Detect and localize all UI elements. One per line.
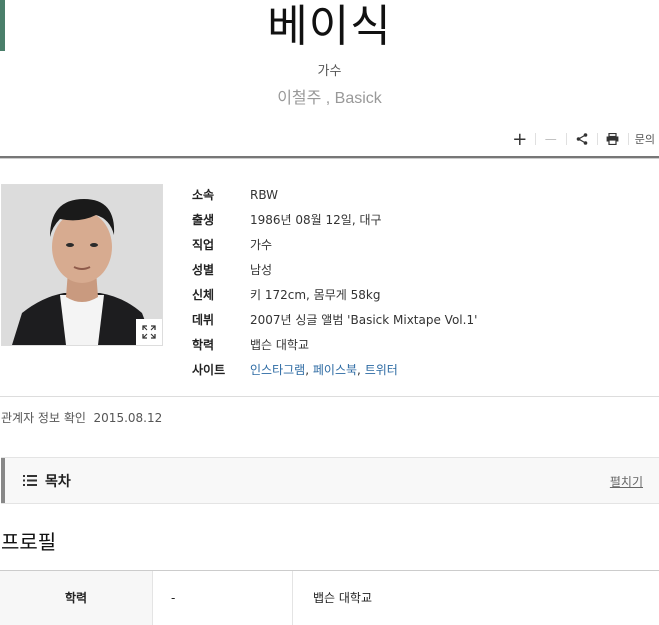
info-row-site: 사이트 인스타그램, 페이스북, 트위터 — [192, 357, 477, 382]
profile-info: 소속 RBW 출생 1986년 08월 12일, 대구 직업 가수 성별 남성 … — [192, 182, 477, 382]
info-label: 소속 — [192, 188, 215, 202]
toc-title: 목차 — [45, 474, 71, 490]
info-row-education: 학력 뱁슨 대학교 — [192, 332, 477, 357]
profile-photo[interactable] — [1, 184, 163, 346]
share-button[interactable] — [567, 128, 597, 150]
confirmation-note: 관계자 정보 확인 2015.08.12 — [1, 411, 163, 425]
info-row-occupation: 직업 가수 — [192, 232, 477, 257]
info-value: 남성 — [250, 263, 273, 277]
info-row-gender: 성별 남성 — [192, 257, 477, 282]
instagram-link[interactable]: 인스타그램 — [250, 363, 305, 377]
table-row: 학력 - 뱁슨 대학교 — [0, 571, 659, 625]
info-label: 사이트 — [192, 363, 226, 377]
info-value: RBW — [250, 187, 279, 202]
info-value: 2007년 싱글 앨범 'Basick Mixtape Vol.1' — [250, 313, 478, 327]
share-icon — [576, 133, 588, 145]
page-title: 베이식 — [267, 1, 392, 52]
profile-table: 학력 - 뱁슨 대학교 — [0, 570, 659, 625]
info-value: 1986년 08월 12일, 대구 — [250, 213, 382, 227]
info-row-body: 신체 키 172cm, 몸무게 58kg — [192, 282, 477, 307]
info-label: 성별 — [192, 263, 215, 277]
page-subtitle: 가수 — [317, 64, 342, 79]
inquiry-link[interactable]: 문의 — [629, 131, 655, 147]
twitter-link[interactable]: 트위터 — [365, 363, 398, 377]
link-separator: , — [357, 363, 361, 377]
site-links: 인스타그램, 페이스북, 트위터 — [250, 361, 398, 378]
info-value: 뱁슨 대학교 — [250, 338, 310, 352]
info-label: 직업 — [192, 238, 215, 252]
section-divider — [0, 396, 659, 397]
table-of-contents: 목차 펼치기 — [1, 457, 659, 504]
info-label: 학력 — [192, 338, 215, 352]
table-cell-detail: 뱁슨 대학교 — [313, 591, 373, 605]
facebook-link[interactable]: 페이스북 — [313, 363, 357, 377]
toc-expand-link[interactable]: 펼치기 — [610, 473, 643, 490]
zoom-in-button[interactable]: + — [505, 128, 535, 150]
toolbar: + — 문의 — [505, 128, 655, 150]
table-cell-period: - — [153, 571, 293, 625]
list-icon — [23, 475, 37, 486]
expand-button[interactable] — [136, 319, 162, 345]
print-button[interactable] — [598, 128, 628, 150]
info-row-birth: 출생 1986년 08월 12일, 대구 — [192, 207, 477, 232]
info-label: 출생 — [192, 213, 215, 227]
zoom-out-button[interactable]: — — [536, 128, 566, 150]
info-value: 가수 — [250, 238, 273, 252]
toc-accent-bar — [1, 458, 5, 503]
info-label: 신체 — [192, 288, 215, 302]
table-cell-label: 학력 — [0, 571, 153, 625]
expand-icon — [142, 325, 156, 339]
minus-icon: — — [544, 132, 557, 146]
plus-icon: + — [512, 128, 528, 150]
person-alias: 이철주 , Basick — [277, 90, 382, 107]
info-row-debut: 데뷔 2007년 싱글 앨범 'Basick Mixtape Vol.1' — [192, 307, 477, 332]
info-row-agency: 소속 RBW — [192, 182, 477, 207]
info-value: 키 172cm, 몸무게 58kg — [250, 288, 381, 302]
link-separator: , — [305, 363, 310, 377]
info-label: 데뷔 — [192, 313, 215, 327]
header-divider — [0, 156, 659, 159]
print-icon — [606, 133, 619, 145]
section-title-profile: 프로필 — [1, 530, 57, 554]
